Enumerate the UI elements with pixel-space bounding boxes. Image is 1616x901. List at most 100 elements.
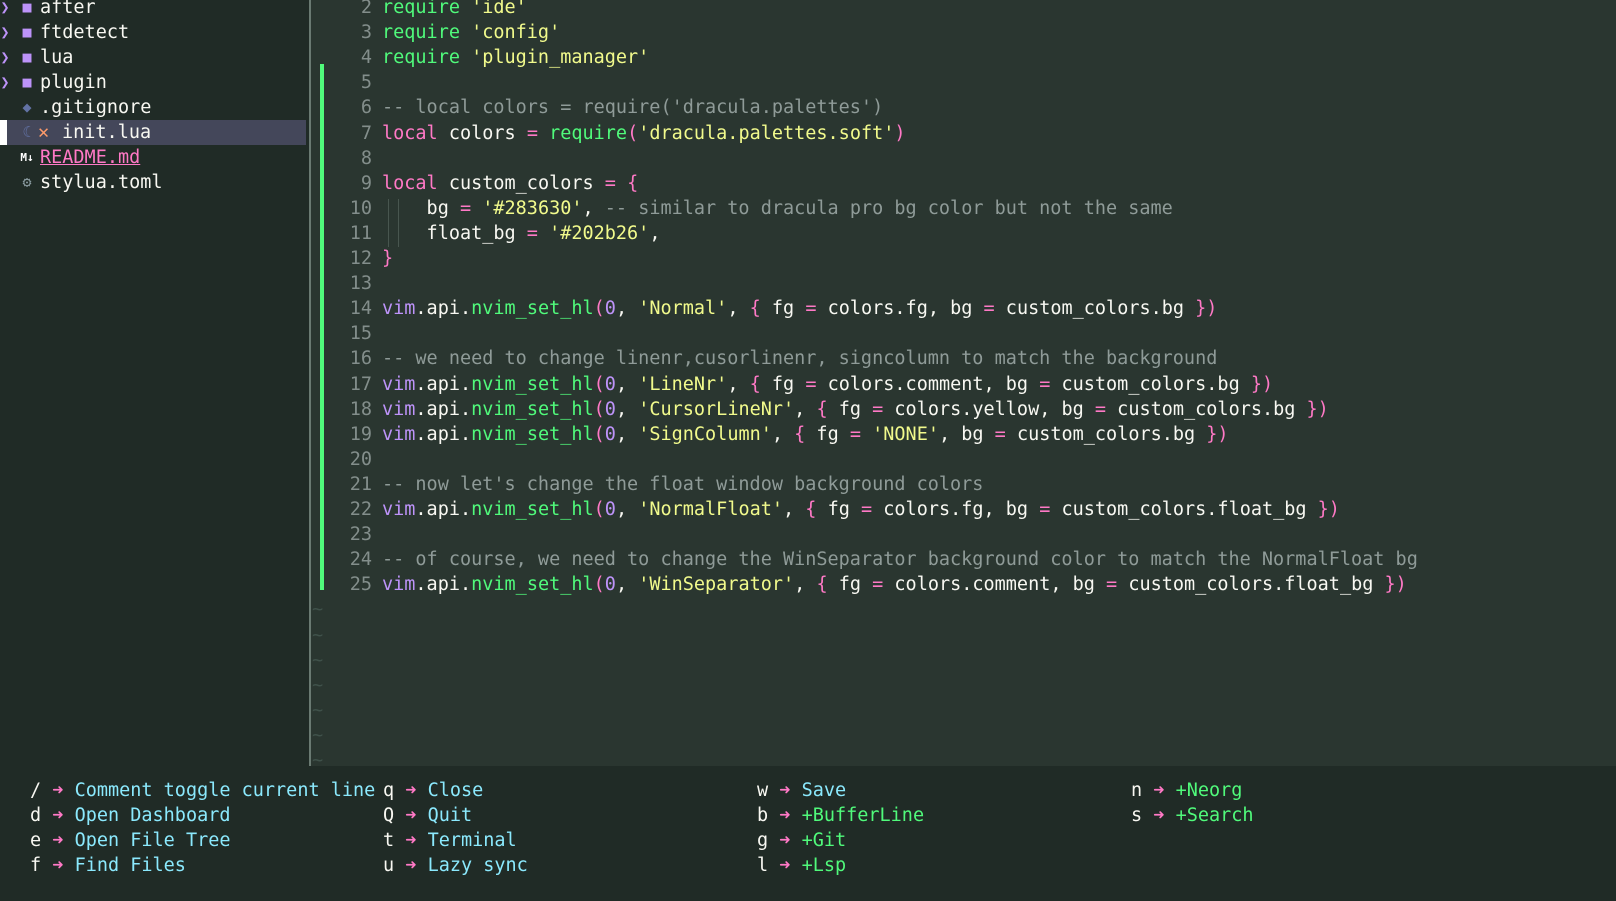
code-text[interactable]: -- local colors = require('dracula.palet… [382,95,883,120]
code-line[interactable]: 11 float_bg = '#202b26', [312,221,1612,246]
tree-item-lua[interactable]: ❯ ■ lua [0,45,306,70]
tree-item-after[interactable]: ❯ ■ after [0,0,306,20]
code-line[interactable]: 5 [312,70,1612,95]
tree-item-ftdetect[interactable]: ❯ ■ ftdetect [0,20,306,45]
tree-item-init-lua[interactable]: ☾ ✕ init.lua [0,120,306,145]
code-token: require [382,22,460,44]
code-line[interactable]: 16 -- we need to change linenr,cusorlinen… [312,346,1612,371]
which-key-entry[interactable]: / ➜ Comment toggle current line [30,778,375,803]
code-text[interactable]: local colors = require('dracula.palettes… [382,121,906,146]
which-key-description: +Neorg [1175,780,1243,801]
code-line[interactable]: 20 [312,447,1612,472]
line-number: 23 [349,524,372,546]
line-number: 11 [349,222,372,244]
code-text[interactable]: vim.api.nvim_set_hl(0, 'SignColumn', { f… [382,422,1229,447]
code-token: custom_colors [437,172,605,194]
which-key-description: Terminal [427,830,517,851]
code-token: ( [593,373,605,395]
code-line[interactable]: 8 [312,146,1612,171]
folder-icon: ■ [22,23,32,41]
end-of-buffer-tilde: ~ [312,724,324,746]
code-token: = [1039,499,1051,520]
tree-item--gitignore[interactable]: ◆ .gitignore [0,95,306,120]
code-line[interactable]: 17 vim.api.nvim_set_hl(0, 'LineNr', { fg … [312,372,1612,397]
code-line[interactable]: 2 require 'ide' [312,0,1612,20]
which-key-entry[interactable]: q ➜ Close [383,778,483,803]
code-line[interactable]: 15 [312,321,1612,346]
which-key-entry[interactable]: t ➜ Terminal [383,828,517,853]
chevron-right-icon[interactable]: ❯ [0,0,10,20]
code-line[interactable]: 13 [312,271,1612,296]
code-text[interactable]: require 'ide' [382,0,527,20]
which-key-entry[interactable]: e ➜ Open File Tree [30,828,231,853]
which-key-entry[interactable]: f ➜ Find Files [30,853,186,878]
which-key-entry[interactable]: d ➜ Open Dashboard [30,803,231,828]
code-text[interactable]: -- we need to change linenr,cusorlinenr,… [382,346,1217,371]
chevron-right-icon[interactable]: ❯ [0,20,10,45]
code-line[interactable]: 9 local custom_colors = { [312,171,1612,196]
code-line[interactable]: 23 [312,522,1612,547]
code-text[interactable]: local custom_colors = { [382,171,638,196]
code-line[interactable]: 24 -- of course, we need to change the Wi… [312,547,1612,572]
code-line[interactable]: 21 -- now let's change the float window b… [312,472,1612,497]
code-line[interactable]: 14 vim.api.nvim_set_hl(0, 'Normal', { fg … [312,296,1612,321]
code-text[interactable]: vim.api.nvim_set_hl(0, 'WinSeparator', {… [382,572,1407,597]
code-line[interactable]: 18 vim.api.nvim_set_hl(0, 'CursorLineNr',… [312,397,1612,422]
tree-item-plugin[interactable]: ❯ ■ plugin [0,70,306,95]
code-text[interactable]: vim.api.nvim_set_hl(0, 'Normal', { fg = … [382,296,1217,321]
which-key-entry[interactable]: w ➜ Save [757,778,846,803]
code-token: = [526,222,538,244]
code-text[interactable]: -- now let's change the float window bac… [382,472,983,497]
line-number: 13 [349,273,372,295]
line-number: 8 [360,147,372,169]
code-line[interactable]: 19 vim.api.nvim_set_hl(0, 'SignColumn', {… [312,422,1612,447]
code-line[interactable]: 10 bg = '#283630', -- similar to dracula… [312,196,1612,221]
code-text[interactable]: require 'plugin_manager' [382,45,649,70]
code-line[interactable]: 22 vim.api.nvim_set_hl(0, 'NormalFloat', … [312,497,1612,522]
code-line[interactable]: 3 require 'config' [312,20,1612,45]
chevron-right-icon[interactable]: ❯ [0,45,10,70]
code-editor[interactable]: 2 require 'ide' 3 require 'config' 4 require … [312,0,1616,771]
code-text[interactable]: } [382,246,393,271]
code-line[interactable]: 6 -- local colors = require('dracula.pale… [312,95,1612,120]
code-token: vim [382,298,416,320]
code-text[interactable]: vim.api.nvim_set_hl(0, 'LineNr', { fg = … [382,372,1273,397]
which-key-entry[interactable]: g ➜ +Git [757,828,846,853]
code-text[interactable]: float_bg = '#202b26', [382,221,661,246]
code-token: { [749,373,761,395]
code-line[interactable]: 7 local colors = require('dracula.palette… [312,121,1612,146]
code-text[interactable]: -- of course, we need to change the WinS… [382,547,1418,572]
code-token: 'Normal' [638,298,728,320]
code-token: fg [827,398,873,420]
code-text[interactable]: vim.api.nvim_set_hl(0, 'NormalFloat', { … [382,497,1340,522]
arrow-right-icon: ➜ [52,780,64,801]
which-key-entry[interactable]: s ➜ +Search [1131,803,1254,828]
folder-icon: ■ [22,0,32,16]
code-token: }) [1206,423,1229,445]
which-key-entry[interactable]: u ➜ Lazy sync [383,853,528,878]
code-token: custom_colors.bg [1050,373,1251,395]
which-key-entry[interactable]: Q ➜ Quit [383,803,472,828]
code-token: 0 [604,423,616,445]
code-token: 'config' [471,22,561,44]
code-token: fg [816,499,861,520]
which-key-entry[interactable]: n ➜ +Neorg [1131,778,1242,803]
code-line[interactable]: 25 vim.api.nvim_set_hl(0, 'WinSeparator',… [312,572,1612,597]
code-line[interactable]: 12} [312,246,1612,271]
code-token: float_bg [382,222,527,244]
tree-item-README-md[interactable]: M↓ README.md [0,145,306,170]
modified-close-icon[interactable]: ✕ [38,120,54,145]
code-text[interactable]: bg = '#283630', -- similar to dracula pr… [382,196,1173,221]
which-key-description: Comment toggle current line [74,780,376,801]
chevron-right-icon[interactable]: ❯ [0,70,10,95]
code-text[interactable]: require 'config' [382,20,560,45]
which-key-entry[interactable]: b ➜ +BufferLine [757,803,924,828]
code-token: nvim_set_hl [471,574,594,596]
code-text[interactable]: vim.api.nvim_set_hl(0, 'CursorLineNr', {… [382,397,1329,422]
line-number: 12 [349,248,372,269]
window-separator[interactable] [309,0,311,766]
which-key-entry[interactable]: l ➜ +Lsp [757,853,846,878]
tree-item-stylua-toml[interactable]: ⚙ stylua.toml [0,170,306,195]
code-line[interactable]: 4 require 'plugin_manager' [312,45,1612,70]
code-token: nvim_set_hl [471,423,594,445]
